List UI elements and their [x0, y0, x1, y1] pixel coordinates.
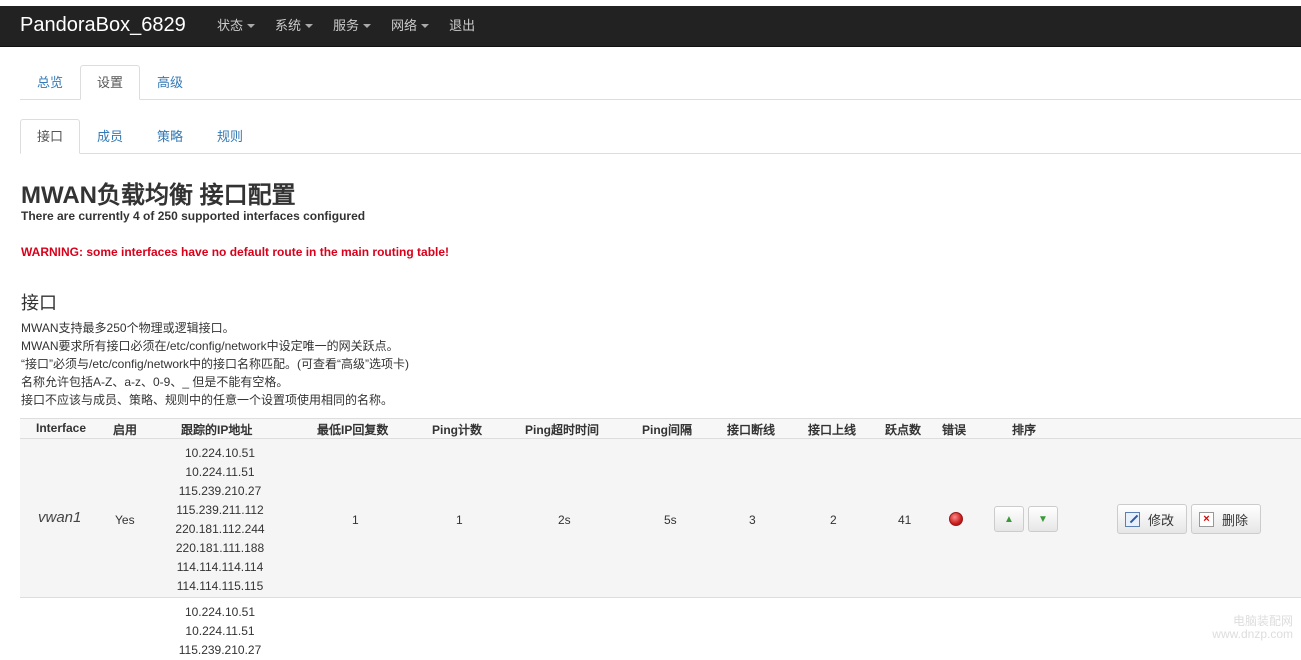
ip-item: 10.224.11.51 [160, 463, 280, 482]
interfaces-table: Interface 启用 跟踪的IP地址 最低IP回复数 Ping计数 Ping… [20, 418, 1301, 658]
nav-system-label: 系统 [275, 6, 301, 46]
tab-overview[interactable]: 总览 [20, 65, 80, 100]
ip-item: 115.239.211.112 [160, 501, 280, 520]
error-icon [949, 512, 963, 526]
ping-timeout-value: 2s [558, 513, 571, 527]
iface-down-value: 3 [749, 513, 756, 527]
ip-item: 115.239.210.27 [160, 482, 280, 501]
tracked-ip-list: 10.224.10.51 10.224.11.51 115.239.210.27… [160, 444, 280, 596]
nav-status-label: 状态 [217, 6, 243, 46]
sub-tabs: 接口 成员 策略 规则 [20, 119, 1301, 154]
arrow-up-icon: ▲ [1004, 514, 1014, 525]
nav-system[interactable]: 系统 [275, 6, 313, 46]
min-reply-value: 1 [352, 513, 359, 527]
desc-line: MWAN支持最多250个物理或逻辑接口。 [21, 319, 409, 337]
nav-logout-label: 退出 [449, 6, 475, 46]
tab-rules[interactable]: 规则 [200, 119, 260, 154]
delete-button[interactable]: × 删除 [1191, 504, 1261, 534]
col-ping-count: Ping计数 [432, 421, 482, 438]
tab-policies[interactable]: 策略 [140, 119, 200, 154]
col-tracked-ips: 跟踪的IP地址 [181, 421, 252, 438]
move-up-button[interactable]: ▲ [994, 506, 1024, 532]
watermark: 电脑装配网 www.dnzp.com [1212, 615, 1293, 641]
nav-services-label: 服务 [333, 6, 359, 46]
col-sort: 排序 [1012, 421, 1036, 438]
tab-members[interactable]: 成员 [80, 119, 140, 154]
move-down-button[interactable]: ▼ [1028, 506, 1058, 532]
col-enabled: 启用 [113, 421, 137, 438]
ip-item: 220.181.111.188 [160, 539, 280, 558]
main-nav: 状态 系统 服务 网络 退出 [217, 6, 495, 46]
interface-name: vwan1 [38, 509, 81, 526]
col-interface: Interface [36, 421, 86, 435]
ip-item: 10.224.11.51 [160, 622, 280, 641]
ip-item: 10.224.10.51 [160, 603, 280, 622]
top-navbar: PandoraBox_6829 状态 系统 服务 网络 退出 [0, 6, 1301, 47]
page-title: MWAN负载均衡 接口配置 [21, 175, 296, 210]
edit-icon [1125, 512, 1140, 527]
warning-message: WARNING: some interfaces have no default… [21, 245, 449, 259]
col-ping-timeout: Ping超时时间 [525, 421, 599, 438]
ip-item: 114.114.115.115 [160, 577, 280, 596]
page-subtitle: There are currently 4 of 250 supported i… [21, 209, 365, 223]
tab-interface[interactable]: 接口 [20, 119, 80, 154]
iface-up-value: 2 [830, 513, 837, 527]
section-description: MWAN支持最多250个物理或逻辑接口。 MWAN要求所有接口必须在/etc/c… [21, 319, 409, 409]
col-metric: 跃点数 [885, 421, 921, 438]
col-iface-down: 接口断线 [727, 421, 775, 438]
col-min-reply: 最低IP回复数 [317, 421, 388, 438]
section-title: 接口 [21, 289, 57, 315]
col-errors: 错误 [942, 421, 966, 438]
ip-item: 114.114.114.114 [160, 558, 280, 577]
chevron-down-icon [247, 24, 255, 28]
table-row: 10.224.10.51 10.224.11.51 115.239.210.27 [20, 598, 1301, 658]
chevron-down-icon [305, 24, 313, 28]
delete-button-label: 删除 [1222, 510, 1248, 529]
col-iface-up: 接口上线 [808, 421, 856, 438]
watermark-line: www.dnzp.com [1212, 628, 1293, 641]
nav-status[interactable]: 状态 [217, 6, 255, 46]
desc-line: MWAN要求所有接口必须在/etc/config/network中设定唯一的网关… [21, 337, 409, 355]
col-ping-interval: Ping间隔 [642, 421, 692, 438]
chevron-down-icon [363, 24, 371, 28]
nav-network[interactable]: 网络 [391, 6, 429, 46]
ip-item: 10.224.10.51 [160, 444, 280, 463]
ping-interval-value: 5s [664, 513, 677, 527]
table-header: Interface 启用 跟踪的IP地址 最低IP回复数 Ping计数 Ping… [20, 418, 1301, 439]
nav-services[interactable]: 服务 [333, 6, 371, 46]
metric-value: 41 [898, 513, 911, 527]
desc-line: 名称允许包括A-Z、a-z、0-9、_ 但是不能有空格。 [21, 373, 409, 391]
chevron-down-icon [421, 24, 429, 28]
brand-title[interactable]: PandoraBox_6829 [20, 13, 186, 37]
tracked-ip-list: 10.224.10.51 10.224.11.51 115.239.210.27 [160, 603, 280, 660]
ping-count-value: 1 [456, 513, 463, 527]
main-tabs: 总览 设置 高级 [20, 65, 1301, 100]
edit-button[interactable]: 修改 [1117, 504, 1187, 534]
enabled-value: Yes [115, 513, 135, 527]
tab-advanced[interactable]: 高级 [140, 65, 200, 100]
table-row: vwan1 Yes 10.224.10.51 10.224.11.51 115.… [20, 439, 1301, 598]
desc-line: “接口”必须与/etc/config/network中的接口名称匹配。(可查看“… [21, 355, 409, 373]
tab-settings[interactable]: 设置 [80, 65, 140, 100]
ip-item: 220.181.112.244 [160, 520, 280, 539]
edit-button-label: 修改 [1148, 510, 1174, 529]
nav-network-label: 网络 [391, 6, 417, 46]
arrow-down-icon: ▼ [1038, 514, 1048, 525]
nav-logout[interactable]: 退出 [449, 6, 475, 46]
desc-line: 接口不应该与成员、策略、规则中的任意一个设置项使用相同的名称。 [21, 391, 409, 409]
delete-icon: × [1199, 512, 1214, 527]
